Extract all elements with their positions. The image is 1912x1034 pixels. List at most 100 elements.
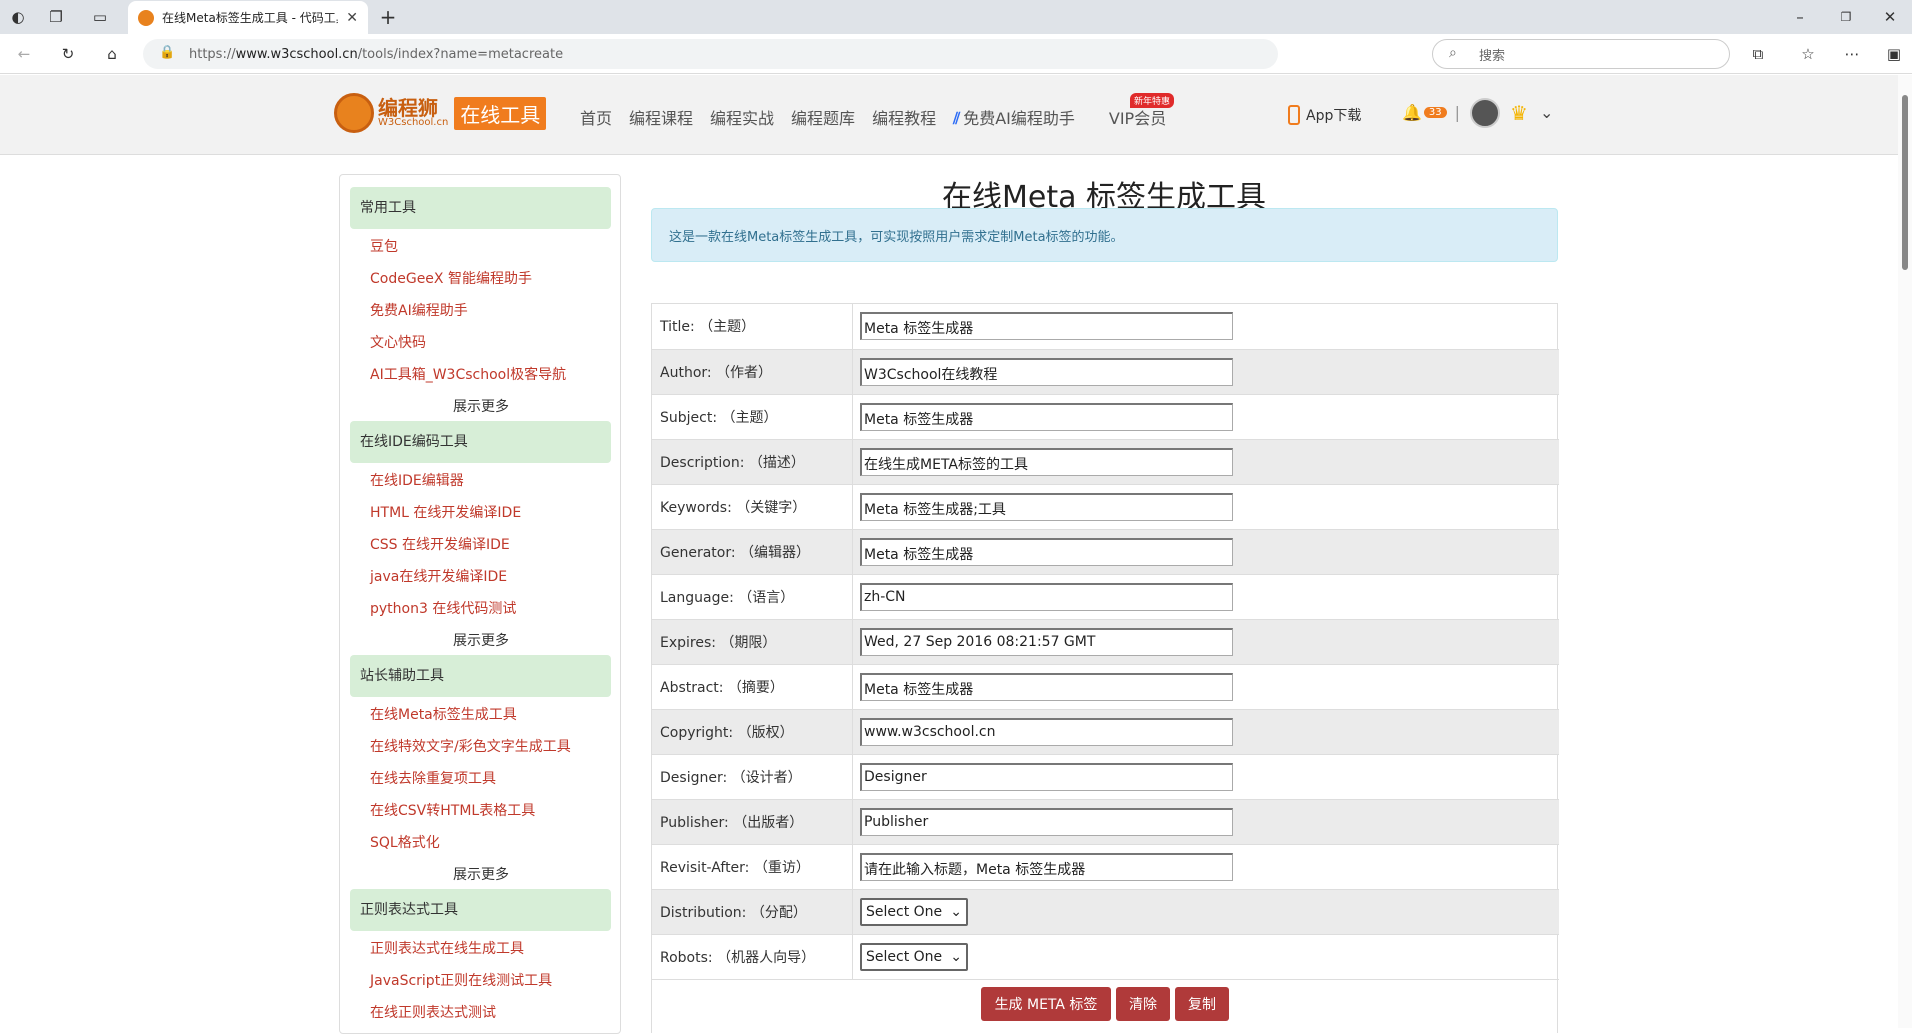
show-more-link[interactable]: 展示更多 [453, 630, 509, 650]
nav-problems[interactable]: 编程题库 [791, 105, 855, 129]
sidebar-link[interactable]: CSS 在线开发编译IDE [370, 534, 510, 554]
field-label: Abstract: （摘要） [660, 680, 784, 696]
field-label: Expires: （期限） [660, 635, 777, 651]
revisit-after-input[interactable]: 请在此输入标题，Meta 标签生成器 [860, 853, 1233, 881]
favorites-icon[interactable]: ☆ [1798, 44, 1818, 64]
nav-courses[interactable]: 编程课程 [629, 105, 693, 129]
home-icon[interactable]: ⌂ [102, 44, 122, 64]
distribution-select[interactable]: Select One ⌄ [860, 898, 968, 926]
generator-input[interactable]: Meta 标签生成器 [860, 538, 1233, 566]
abstract-input[interactable]: Meta 标签生成器 [860, 673, 1233, 701]
field-label: Keywords: （关键字） [660, 500, 807, 516]
chevron-down-icon: ⌄ [950, 904, 962, 920]
sidebar-link[interactable]: JavaScript正则在线测试工具 [370, 970, 552, 990]
browser-search[interactable]: ⌕ 搜索 [1432, 39, 1730, 69]
show-more-link[interactable]: 展示更多 [453, 864, 509, 884]
show-more-link[interactable]: 展示更多 [453, 396, 509, 416]
description-input[interactable]: 在线生成META标签的工具 [860, 448, 1233, 476]
field-label: Language: （语言） [660, 590, 795, 606]
sidebar-link[interactable]: HTML 在线开发编译IDE [370, 502, 521, 522]
clear-button[interactable]: 清除 [1116, 987, 1170, 1021]
sidebar-link[interactable]: python3 在线代码测试 [370, 598, 516, 618]
subject-input[interactable]: Meta 标签生成器 [860, 403, 1233, 431]
close-window-icon[interactable]: ✕ [1880, 7, 1900, 27]
sidebar-link[interactable]: 文心快码 [370, 332, 426, 352]
sidebar-link[interactable]: 在线IDE编辑器 [370, 470, 464, 490]
copyright-input[interactable]: www.w3cschool.cn [860, 718, 1233, 746]
tab-actions-icon[interactable]: ▭ [90, 7, 110, 27]
sidebar-link[interactable]: 在线正则表达式测试 [370, 1002, 496, 1022]
notifications[interactable]: 🔔 33 | [1402, 103, 1460, 122]
robots-select[interactable]: Select One ⌄ [860, 943, 968, 971]
nav-tutorials[interactable]: 编程教程 [872, 105, 936, 129]
generate-meta-button[interactable]: 生成 META 标签 [981, 987, 1111, 1021]
restore-icon[interactable]: ❐ [1836, 7, 1856, 27]
phone-icon [1288, 105, 1300, 125]
extensions-icon[interactable]: ⧉ [1748, 44, 1768, 64]
url-path: /tools/index?name=metacreate [357, 46, 564, 62]
nav-vip[interactable]: VIP会员 [1109, 105, 1166, 129]
back-icon[interactable]: ← [14, 44, 34, 64]
notif-count: 33 [1423, 107, 1447, 118]
site-logo[interactable]: 编程狮 W3Cschool.cn 在线工具 [334, 93, 547, 133]
designer-input[interactable]: Designer [860, 763, 1233, 791]
sidebar-link[interactable]: SQL格式化 [370, 832, 440, 852]
sidebar-link[interactable]: 在线CSV转HTML表格工具 [370, 800, 535, 820]
sidebar-link[interactable]: 在线去除重复项工具 [370, 768, 496, 788]
browser-tab[interactable]: 在线Meta标签生成工具 - 代码工具 ✕ [128, 1, 368, 34]
collections-icon[interactable]: ❐ [46, 7, 66, 27]
more-menu-icon[interactable]: ⋯ [1842, 44, 1862, 64]
nav-home[interactable]: 首页 [580, 105, 612, 129]
minimize-icon[interactable]: – [1790, 7, 1810, 27]
copy-button[interactable]: 复制 [1175, 987, 1229, 1021]
url-host: www.w3cschool.cn [235, 46, 358, 62]
language-input[interactable]: zh-CN [860, 583, 1233, 611]
nav-practice[interactable]: 编程实战 [710, 105, 774, 129]
url-prefix: https:// [189, 46, 236, 62]
field-label: Copyright: （版权） [660, 725, 794, 741]
field-label: Designer: （设计者） [660, 770, 802, 786]
main-nav: 首页 编程课程 编程实战 编程题库 编程教程 ⫽ 免费AI编程助手 VIP会员 [580, 105, 1183, 129]
tab-title: 在线Meta标签生成工具 - 代码工具 [162, 11, 339, 25]
chevron-down-icon: ⌄ [950, 949, 962, 965]
chevron-down-icon[interactable]: ⌄ [1540, 103, 1553, 122]
sidebar-section-title[interactable]: 常用工具 [350, 187, 611, 229]
field-label: Revisit-After: （重访） [660, 860, 810, 876]
author-input[interactable]: W3Cschool在线教程 [860, 358, 1233, 386]
sidebar-link[interactable]: 免费AI编程助手 [370, 300, 468, 320]
sidebar-section-title[interactable]: 正则表达式工具 [350, 889, 611, 931]
site-header: 编程狮 W3Cschool.cn 在线工具 首页 编程课程 编程实战 编程题库 … [0, 75, 1898, 155]
sidebar-toggle-icon[interactable]: ▣ [1884, 44, 1904, 64]
scrollbar-thumb[interactable] [1902, 95, 1908, 270]
profile-icon[interactable]: ◐ [8, 7, 28, 27]
app-download-link[interactable]: App下载 [1288, 105, 1361, 125]
keywords-input[interactable]: Meta 标签生成器;工具 [860, 493, 1233, 521]
lock-icon[interactable]: 🔒 [159, 45, 175, 60]
close-tab-icon[interactable]: ✕ [346, 10, 358, 26]
sidebar-link[interactable]: CodeGeeX 智能编程助手 [370, 268, 532, 288]
sidebar-link[interactable]: 豆包 [370, 236, 398, 256]
nav-ai-assistant[interactable]: ⫽ 免费AI编程助手 [953, 105, 1092, 129]
sidebar-link[interactable]: 在线Meta标签生成工具 [370, 704, 517, 724]
sidebar-link[interactable]: AI工具箱_W3Cschool极客导航 [370, 364, 566, 384]
bell-icon: 🔔 [1402, 103, 1422, 122]
sidebar-link[interactable]: 正则表达式在线生成工具 [370, 938, 524, 958]
publisher-input[interactable]: Publisher [860, 808, 1233, 836]
sidebar-link[interactable]: java在线开发编译IDE [370, 566, 507, 586]
info-alert: 这是一款在线Meta标签生成工具，可实现按照用户需求定制Meta标签的功能。 [651, 208, 1558, 262]
favicon-icon [138, 9, 154, 26]
url-bar[interactable]: 🔒 https://www.w3cschool.cn/tools/index?n… [143, 39, 1278, 69]
title-input[interactable]: Meta 标签生成器 [860, 312, 1233, 340]
logo-en: W3Cschool.cn [378, 117, 449, 128]
browser-tab-bar: ◐ ❐ ▭ 在线Meta标签生成工具 - 代码工具 ✕ + – ❐ ✕ [0, 0, 1912, 34]
sidebar-section-title[interactable]: 在线IDE编码工具 [350, 421, 611, 463]
logo-cn: 编程狮 [378, 96, 438, 120]
new-tab-icon[interactable]: + [378, 5, 398, 29]
avatar[interactable] [1470, 98, 1500, 128]
refresh-icon[interactable]: ↻ [58, 44, 78, 64]
search-icon: ⌕ [1449, 45, 1457, 61]
expires-input[interactable]: Wed, 27 Sep 2016 08:21:57 GMT [860, 628, 1233, 656]
sidebar-link[interactable]: 在线特效文字/彩色文字生成工具 [370, 736, 571, 756]
sidebar-section-title[interactable]: 站长辅助工具 [350, 655, 611, 697]
lion-logo-icon [334, 93, 374, 133]
